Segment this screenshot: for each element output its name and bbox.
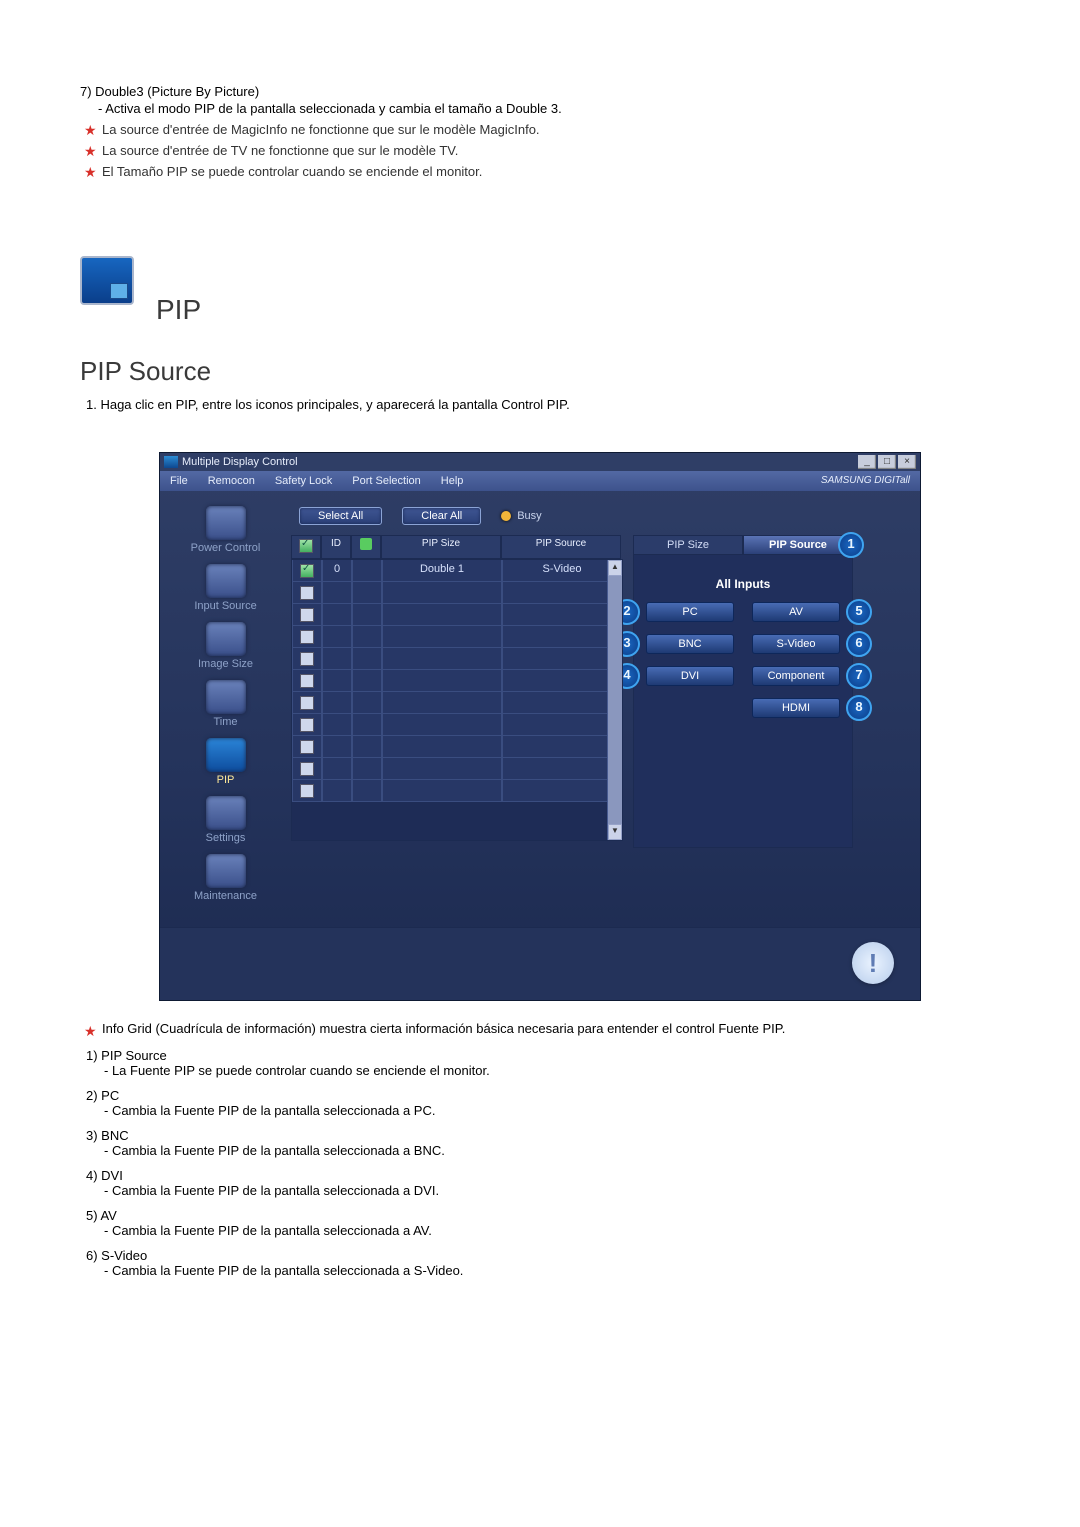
source-intro: 1. Haga clic en PIP, entre los iconos pr… bbox=[86, 397, 1000, 412]
sidebar-item-time[interactable]: Time bbox=[168, 680, 283, 728]
menu-help[interactable]: Help bbox=[441, 475, 464, 487]
opt-component[interactable]: Component bbox=[752, 666, 840, 686]
grid-header: ID PIP Size PIP Source bbox=[291, 535, 623, 559]
item7-desc: - Activa el modo PIP de la pantalla sele… bbox=[98, 101, 1000, 116]
footer-bar: ! bbox=[160, 927, 920, 1000]
row-source: S-Video bbox=[502, 560, 622, 582]
note-4-desc: - Cambia la Fuente PIP de la pantalla se… bbox=[104, 1183, 1000, 1198]
menu-port-selection[interactable]: Port Selection bbox=[352, 475, 420, 487]
minimize-button[interactable]: _ bbox=[858, 455, 876, 469]
note-5-title: 5) AV bbox=[86, 1208, 1000, 1223]
note-2-title: 2) PC bbox=[86, 1088, 1000, 1103]
notes-list: 1) PIP Source- La Fuente PIP se puede co… bbox=[80, 1048, 1000, 1278]
select-all-button[interactable]: Select All bbox=[299, 507, 382, 525]
row-checkbox[interactable] bbox=[300, 564, 314, 578]
opt-bnc[interactable]: BNC bbox=[646, 634, 734, 654]
sidebar-item-maintenance[interactable]: Maintenance bbox=[168, 854, 283, 902]
right-panel: PIP Size PIP Source 1 All Inputs 2PC 3BN… bbox=[633, 535, 853, 848]
opt-pc[interactable]: PC bbox=[646, 602, 734, 622]
pip-heading: PIP bbox=[156, 294, 201, 326]
note-6-title: 6) S-Video bbox=[86, 1248, 1000, 1263]
row-checkbox[interactable] bbox=[300, 784, 314, 798]
row-id: 0 bbox=[322, 560, 352, 582]
note-5-desc: - Cambia la Fuente PIP de la pantalla se… bbox=[104, 1223, 1000, 1238]
sidebar-item-power[interactable]: Power Control bbox=[168, 506, 283, 554]
sidebar-item-image[interactable]: Image Size bbox=[168, 622, 283, 670]
sidebar: Power Control Input Source Image Size Ti… bbox=[160, 491, 291, 927]
sidebar-item-input[interactable]: Input Source bbox=[168, 564, 283, 612]
pip-source-heading: PIP Source bbox=[80, 356, 1000, 387]
app-window: Multiple Display Control _ □ × File Remo… bbox=[159, 452, 921, 1001]
menu-remocon[interactable]: Remocon bbox=[208, 475, 255, 487]
titlebar: Multiple Display Control _ □ × bbox=[160, 453, 920, 471]
status-header-icon bbox=[360, 538, 372, 550]
scroll-up-icon[interactable]: ▲ bbox=[608, 560, 622, 576]
close-button[interactable]: × bbox=[898, 455, 916, 469]
menu-safety-lock[interactable]: Safety Lock bbox=[275, 475, 332, 487]
callout-7: 7 bbox=[846, 663, 872, 689]
note-3-title: 3) BNC bbox=[86, 1128, 1000, 1143]
menu-file[interactable]: File bbox=[170, 475, 188, 487]
callout-5: 5 bbox=[846, 599, 872, 625]
info-grid-note: Info Grid (Cuadrícula de información) mu… bbox=[80, 1021, 1000, 1036]
app-title: Multiple Display Control bbox=[182, 456, 858, 468]
star-note-2: La source d'entrée de TV ne fonctionne q… bbox=[80, 143, 1000, 158]
callout-6: 6 bbox=[846, 631, 872, 657]
row-checkbox[interactable] bbox=[300, 652, 314, 666]
header-checkbox[interactable] bbox=[299, 539, 313, 553]
item7-title: 7) Double3 (Picture By Picture) bbox=[80, 84, 1000, 99]
row-size: Double 1 bbox=[382, 560, 502, 582]
row-checkbox[interactable] bbox=[300, 718, 314, 732]
callout-1: 1 bbox=[838, 532, 864, 558]
opt-dvi[interactable]: DVI bbox=[646, 666, 734, 686]
note-4-title: 4) DVI bbox=[86, 1168, 1000, 1183]
callout-8: 8 bbox=[846, 695, 872, 721]
info-icon[interactable]: ! bbox=[852, 942, 894, 984]
opt-av[interactable]: AV bbox=[752, 602, 840, 622]
app-icon bbox=[164, 456, 178, 468]
brand-label: SAMSUNG DIGITall bbox=[821, 475, 910, 487]
clear-all-button[interactable]: Clear All bbox=[402, 507, 481, 525]
sidebar-item-pip[interactable]: PIP bbox=[168, 738, 283, 786]
opt-hdmi[interactable]: HDMI bbox=[752, 698, 840, 718]
all-inputs-label: All Inputs bbox=[642, 577, 844, 591]
sidebar-item-settings[interactable]: Settings bbox=[168, 796, 283, 844]
star-note-3: El Tamaño PIP se puede controlar cuando … bbox=[80, 164, 1000, 179]
busy-icon bbox=[501, 511, 511, 521]
note-2-desc: - Cambia la Fuente PIP de la pantalla se… bbox=[104, 1103, 1000, 1118]
tab-pip-size[interactable]: PIP Size bbox=[633, 535, 743, 555]
note-6-desc: - Cambia la Fuente PIP de la pantalla se… bbox=[104, 1263, 1000, 1278]
scroll-down-icon[interactable]: ▼ bbox=[608, 824, 622, 840]
star-note-1: La source d'entrée de MagicInfo ne fonct… bbox=[80, 122, 1000, 137]
row-checkbox[interactable] bbox=[300, 696, 314, 710]
pip-icon bbox=[80, 256, 134, 305]
note-1-title: 1) PIP Source bbox=[86, 1048, 1000, 1063]
note-3-desc: - Cambia la Fuente PIP de la pantalla se… bbox=[104, 1143, 1000, 1158]
row-checkbox[interactable] bbox=[300, 674, 314, 688]
busy-label: Busy bbox=[517, 510, 541, 522]
row-checkbox[interactable] bbox=[300, 608, 314, 622]
menubar: File Remocon Safety Lock Port Selection … bbox=[160, 471, 920, 491]
row-checkbox[interactable] bbox=[300, 740, 314, 754]
note-1-desc: - La Fuente PIP se puede controlar cuand… bbox=[104, 1063, 1000, 1078]
grid-body: 0 Double 1 S-Video bbox=[291, 559, 623, 841]
maximize-button[interactable]: □ bbox=[878, 455, 896, 469]
table-row[interactable]: 0 Double 1 S-Video bbox=[292, 560, 622, 582]
row-checkbox[interactable] bbox=[300, 630, 314, 644]
row-checkbox[interactable] bbox=[300, 586, 314, 600]
row-checkbox[interactable] bbox=[300, 762, 314, 776]
opt-svideo[interactable]: S-Video bbox=[752, 634, 840, 654]
tab-pip-source[interactable]: PIP Source 1 bbox=[743, 535, 853, 555]
scrollbar[interactable]: ▲ ▼ bbox=[607, 560, 622, 840]
